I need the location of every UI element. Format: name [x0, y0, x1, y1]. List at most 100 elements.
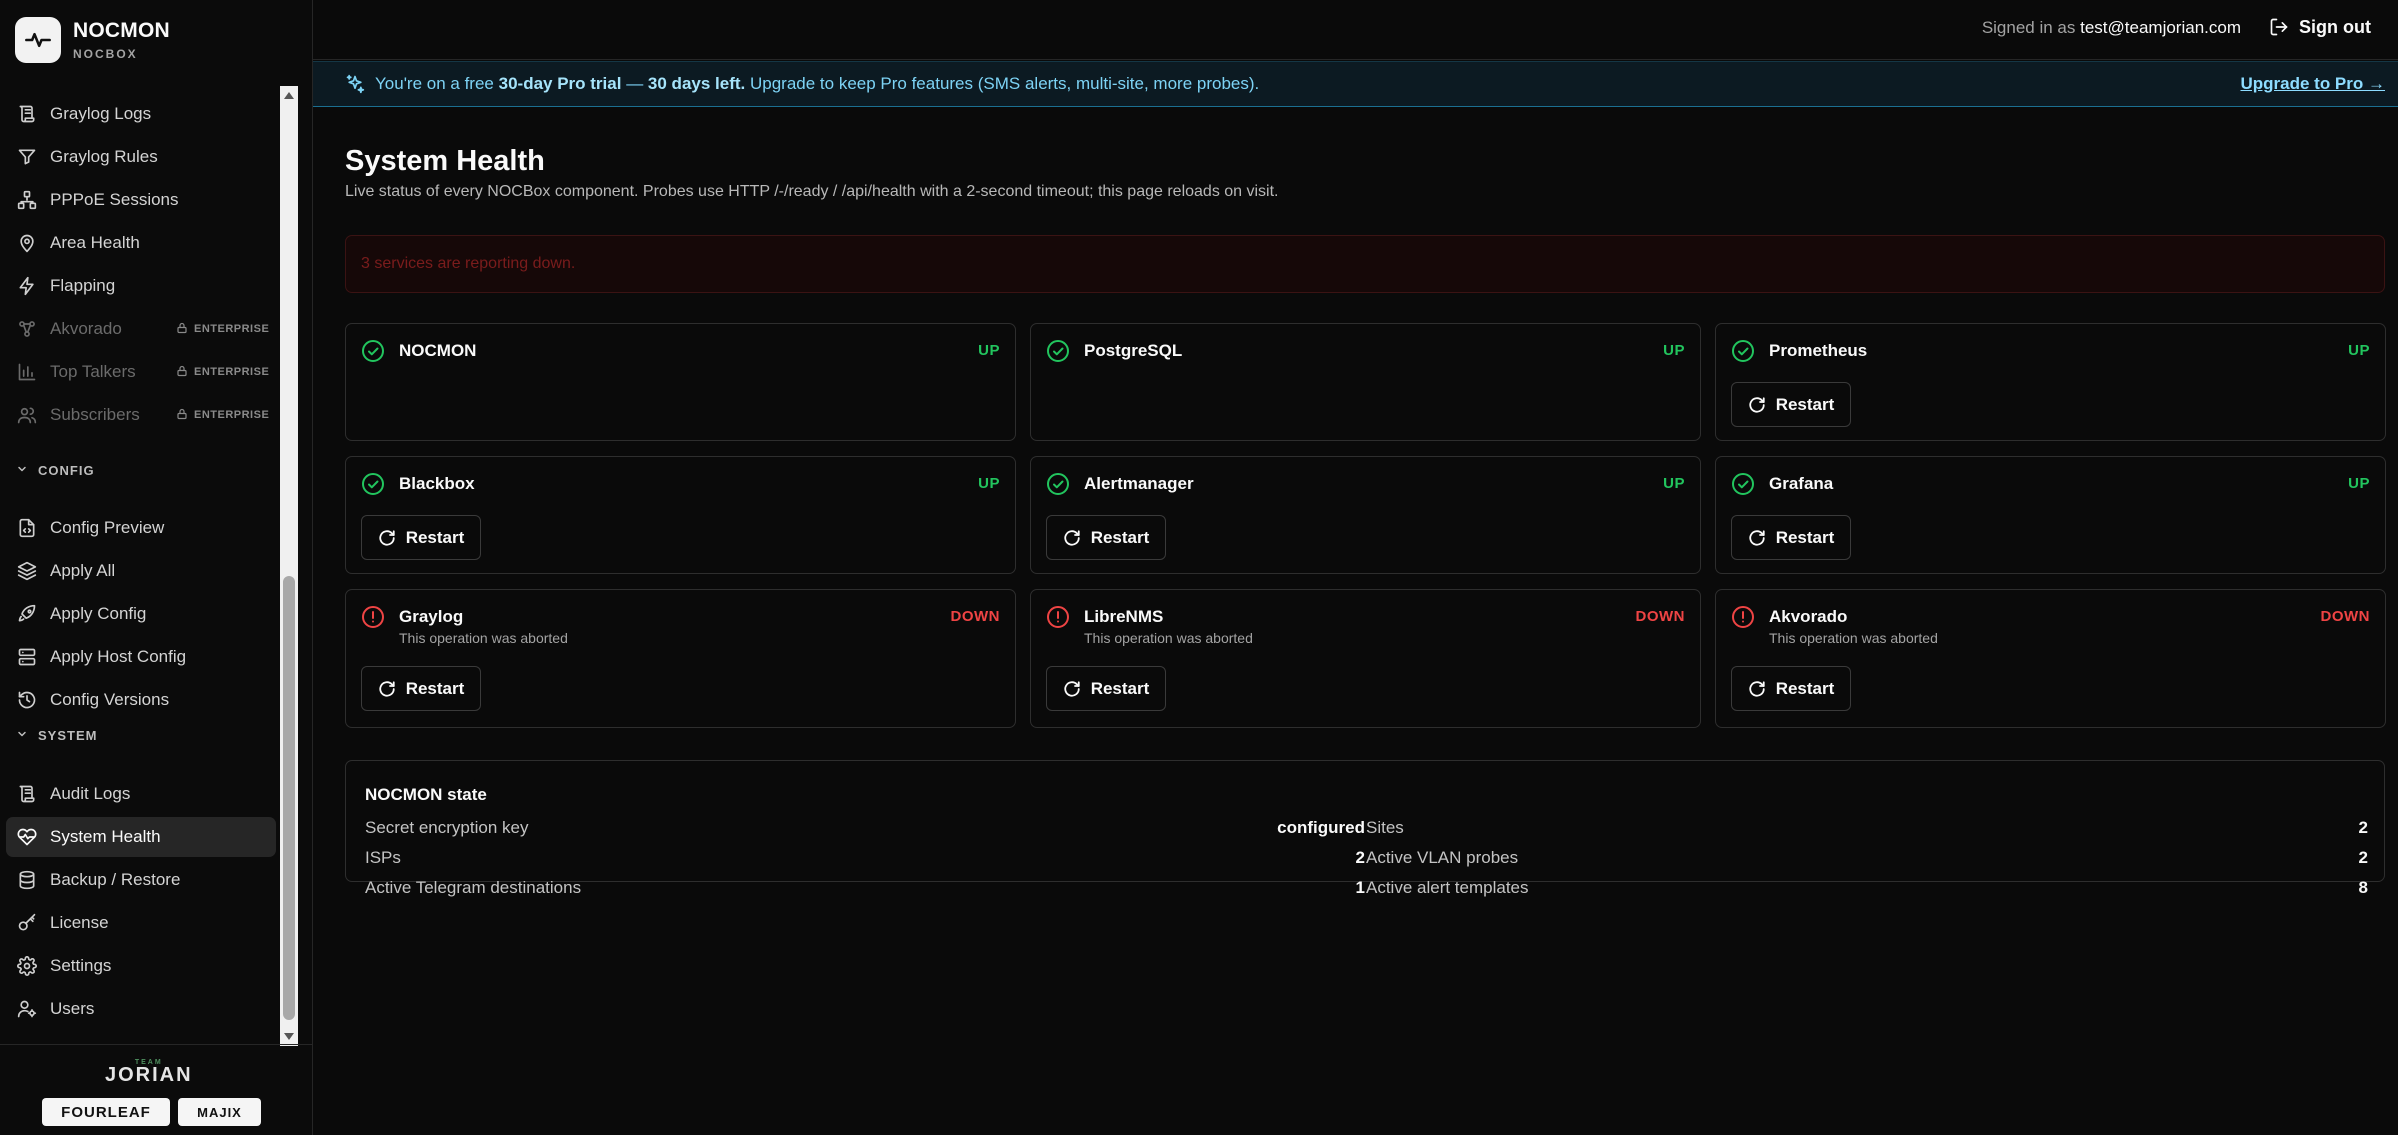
section-system[interactable]: SYSTEM — [16, 728, 97, 743]
service-error: This operation was aborted — [1084, 630, 1253, 646]
brand-sub: NOCBOX — [73, 47, 138, 61]
sidebar-item-top-talkers[interactable]: Top Talkers ENTERPRISE — [6, 352, 276, 392]
restart-button[interactable]: Restart — [361, 666, 481, 711]
sidebar-item-apply-config[interactable]: Apply Config — [6, 594, 276, 634]
service-card-prometheus: Prometheus UP Restart — [1715, 323, 2386, 441]
filter-icon — [16, 146, 38, 168]
gear-icon — [16, 955, 38, 977]
sidebar-item-config-versions[interactable]: Config Versions — [6, 680, 276, 720]
status-badge: UP — [978, 475, 1000, 492]
restart-button[interactable]: Restart — [1731, 666, 1851, 711]
refresh-icon — [1748, 529, 1766, 547]
check-circle-icon — [1046, 472, 1070, 496]
refresh-icon — [378, 529, 396, 547]
nocmon-state-panel: NOCMON state Secret encryption key config… — [345, 760, 2385, 897]
state-row-isps: ISPs 2 — [365, 848, 1365, 867]
sidebar-item-akvorado[interactable]: Akvorado ENTERPRISE — [6, 309, 276, 349]
sidebar-item-settings[interactable]: Settings — [6, 946, 276, 986]
service-name: Blackbox — [399, 474, 475, 493]
database-icon — [16, 869, 38, 891]
sidebar-item-label: Flapping — [50, 276, 116, 295]
service-error: This operation was aborted — [399, 630, 568, 646]
scroll-down-icon[interactable] — [284, 1033, 294, 1040]
sidebar-item-label: System Health — [50, 827, 161, 846]
network-icon — [16, 189, 38, 211]
refresh-icon — [1063, 529, 1081, 547]
pulse-logo-icon — [15, 17, 61, 63]
zap-icon — [16, 275, 38, 297]
restart-button[interactable]: Restart — [361, 515, 481, 560]
alert-circle-icon — [1046, 605, 1070, 629]
sidebar-item-label: Backup / Restore — [50, 870, 181, 889]
sidebar-item-system-health[interactable]: System Health — [6, 817, 276, 857]
refresh-icon — [1748, 680, 1766, 698]
enterprise-badge: ENTERPRISE — [176, 322, 269, 337]
sidebar-item-audit-logs[interactable]: Audit Logs — [6, 774, 276, 814]
brand[interactable]: NOCMON NOCBOX — [15, 16, 170, 64]
page-description: Live status of every NOCBox component. P… — [345, 183, 1279, 200]
restart-button[interactable]: Restart — [1046, 666, 1166, 711]
sidebar-footer: TEAM JORIAN FOURLEAF MAJIX — [0, 1044, 313, 1135]
state-row-secret-encryption-key: Secret encryption key configured — [365, 818, 1365, 837]
sidebar-item-label: Config Preview — [50, 518, 165, 537]
restart-button[interactable]: Restart — [1731, 382, 1851, 427]
user-email: test@teamjorian.com — [2080, 18, 2241, 37]
scroll-up-icon[interactable] — [284, 92, 294, 99]
service-name: Alertmanager — [1084, 474, 1194, 493]
server-icon — [16, 646, 38, 668]
sidebar-item-pppoe-sessions[interactable]: PPPoE Sessions — [6, 180, 276, 220]
key-icon — [16, 912, 38, 934]
sidebar-item-graylog-logs[interactable]: Graylog Logs — [6, 94, 276, 134]
map-pin-icon — [16, 232, 38, 254]
sidebar-item-license[interactable]: License — [6, 903, 276, 943]
status-badge: UP — [2348, 475, 2370, 492]
scroll-icon — [16, 783, 38, 805]
sign-out-button[interactable]: Sign out — [2269, 15, 2371, 39]
page-title: System Health — [345, 145, 545, 177]
sidebar-item-label: Akvorado — [50, 319, 122, 338]
alert-circle-icon — [361, 605, 385, 629]
sidebar-item-subscribers[interactable]: Subscribers ENTERPRISE — [6, 395, 276, 435]
service-error: This operation was aborted — [1769, 630, 1938, 646]
sidebar-item-apply-all[interactable]: Apply All — [6, 551, 276, 591]
service-name: Graylog — [399, 607, 464, 626]
heart-pulse-icon — [16, 826, 38, 848]
chevron-down-icon — [16, 728, 28, 743]
sidebar-item-backup-restore[interactable]: Backup / Restore — [6, 860, 276, 900]
scrollbar-thumb[interactable] — [283, 576, 295, 1020]
service-name: LibreNMS — [1084, 607, 1164, 626]
sidebar-item-apply-host-config[interactable]: Apply Host Config — [6, 637, 276, 677]
user-cog-icon — [16, 998, 38, 1020]
sidebar-item-label: License — [50, 913, 109, 932]
signed-in-info: Signed in as test@teamjorian.com — [1981, 18, 2241, 37]
enterprise-badge: ENTERPRISE — [176, 365, 269, 380]
check-circle-icon — [361, 472, 385, 496]
check-circle-icon — [1731, 339, 1755, 363]
restart-button[interactable]: Restart — [1046, 515, 1166, 560]
restart-button[interactable]: Restart — [1731, 515, 1851, 560]
sidebar-item-users[interactable]: Users — [6, 989, 276, 1029]
refresh-icon — [1063, 680, 1081, 698]
sidebar-item-label: Apply Config — [50, 604, 147, 623]
sidebar-item-config-preview[interactable]: Config Preview — [6, 508, 276, 548]
sidebar-item-label: Subscribers — [50, 405, 140, 424]
upgrade-to-pro-link[interactable]: Upgrade to Pro → — [2240, 74, 2385, 94]
log-out-icon — [2270, 18, 2288, 36]
sidebar-nav: Graylog Logs Graylog Rules PPPoE Sessions A… — [0, 94, 280, 1044]
rocket-icon — [16, 603, 38, 625]
sidebar-item-area-health[interactable]: Area Health — [6, 223, 276, 263]
sparkles-icon — [346, 74, 365, 94]
sidebar: NOCMON NOCBOX Graylog Logs Graylog Rules P… — [0, 0, 313, 1135]
service-name: Grafana — [1769, 474, 1834, 493]
sidebar-item-graylog-rules[interactable]: Graylog Rules — [6, 137, 276, 177]
sidebar-item-flapping[interactable]: Flapping — [6, 266, 276, 306]
fourleaf-logo: FOURLEAF — [42, 1098, 170, 1126]
scroll-icon — [16, 103, 38, 125]
state-row-sites: Sites 2 — [1366, 818, 2368, 837]
topbar: Signed in as test@teamjorian.com Sign ou… — [313, 0, 2398, 60]
trial-banner: You're on a free 30-day Pro trial — 30 d… — [313, 61, 2398, 107]
bar-chart-icon — [16, 361, 38, 383]
alert-circle-icon — [1731, 605, 1755, 629]
section-config[interactable]: CONFIG — [16, 463, 95, 478]
sidebar-scrollbar[interactable] — [280, 86, 298, 1046]
